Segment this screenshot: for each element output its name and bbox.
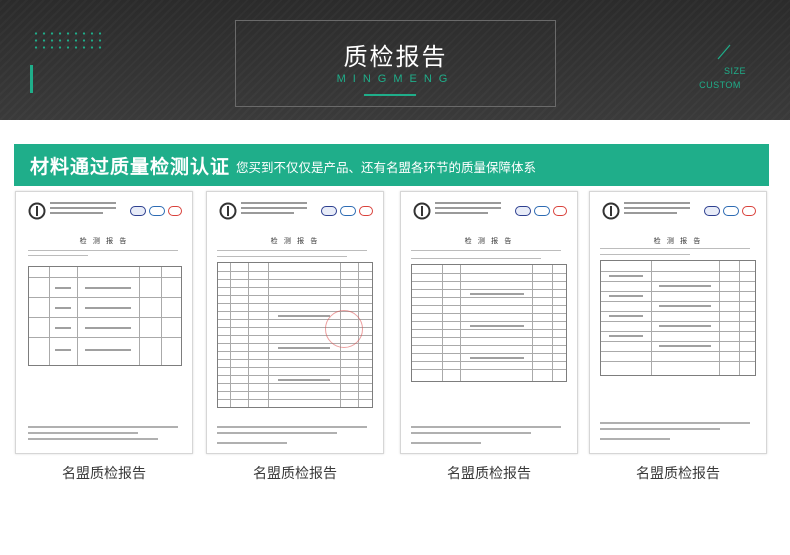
lab-name-lines	[50, 202, 116, 217]
page-header: 质检报告 MINGMENG SIZE CUSTOM	[0, 0, 790, 120]
title-frame: 质检报告 MINGMENG	[235, 20, 556, 107]
size-label: SIZE	[723, 66, 746, 76]
cma-badge-icon	[553, 206, 567, 216]
report-image-3[interactable]: 检 测 报 告	[400, 191, 578, 454]
dot-grid-decoration	[32, 30, 102, 52]
report-caption-4: 名盟质检报告	[636, 466, 720, 482]
title-underline	[364, 94, 416, 96]
accent-bar	[30, 65, 33, 93]
report-heading: 检 测 报 告	[653, 237, 703, 245]
lab-name-lines	[435, 202, 501, 217]
ilac-badge-icon	[515, 206, 531, 216]
quality-banner: 材料通过质量检测认证 您买到不仅仅是产品、还有名盟各环节的质量保障体系	[14, 144, 769, 186]
report-image-1[interactable]: 检 测 报 告	[15, 191, 193, 454]
red-stamp	[325, 310, 363, 348]
cnas-badge-icon	[534, 206, 550, 216]
custom-label: CUSTOM	[699, 80, 741, 90]
lab-name-lines	[624, 202, 690, 217]
lab-logo-icon	[219, 202, 237, 220]
ilac-badge-icon	[130, 206, 146, 216]
report-caption-1: 名盟质检报告	[62, 466, 146, 482]
ilac-badge-icon	[704, 206, 720, 216]
cma-badge-icon	[359, 206, 373, 216]
page-subtitle: MINGMENG	[336, 73, 455, 85]
cnas-badge-icon	[340, 206, 356, 216]
banner-subtitle: 您买到不仅仅是产品、还有名盟各环节的质量保障体系	[236, 160, 537, 175]
cert-badges	[130, 206, 182, 216]
lab-name-lines	[241, 202, 307, 217]
report-image-2[interactable]: 检 测 报 告	[206, 191, 384, 454]
report-table	[411, 264, 567, 382]
cnas-badge-icon	[723, 206, 739, 216]
report-heading: 检 测 报 告	[79, 237, 129, 245]
report-heading: 检 测 报 告	[464, 237, 514, 245]
lab-logo-icon	[28, 202, 46, 220]
ilac-badge-icon	[321, 206, 337, 216]
lab-logo-icon	[413, 202, 431, 220]
lab-logo-icon	[602, 202, 620, 220]
report-table	[600, 260, 756, 376]
report-image-4[interactable]: 检 测 报 告	[589, 191, 767, 454]
cnas-badge-icon	[149, 206, 165, 216]
cert-badges	[704, 206, 756, 216]
cma-badge-icon	[168, 206, 182, 216]
page-title: 质检报告	[343, 43, 448, 71]
cert-badges	[321, 206, 373, 216]
slash-icon	[717, 44, 731, 60]
cma-badge-icon	[742, 206, 756, 216]
report-caption-3: 名盟质检报告	[447, 466, 531, 482]
report-caption-2: 名盟质检报告	[253, 466, 337, 482]
report-heading: 检 测 报 告	[270, 237, 320, 245]
report-table	[28, 266, 182, 366]
banner-title: 材料通过质量检测认证	[30, 156, 231, 178]
cert-badges	[515, 206, 567, 216]
